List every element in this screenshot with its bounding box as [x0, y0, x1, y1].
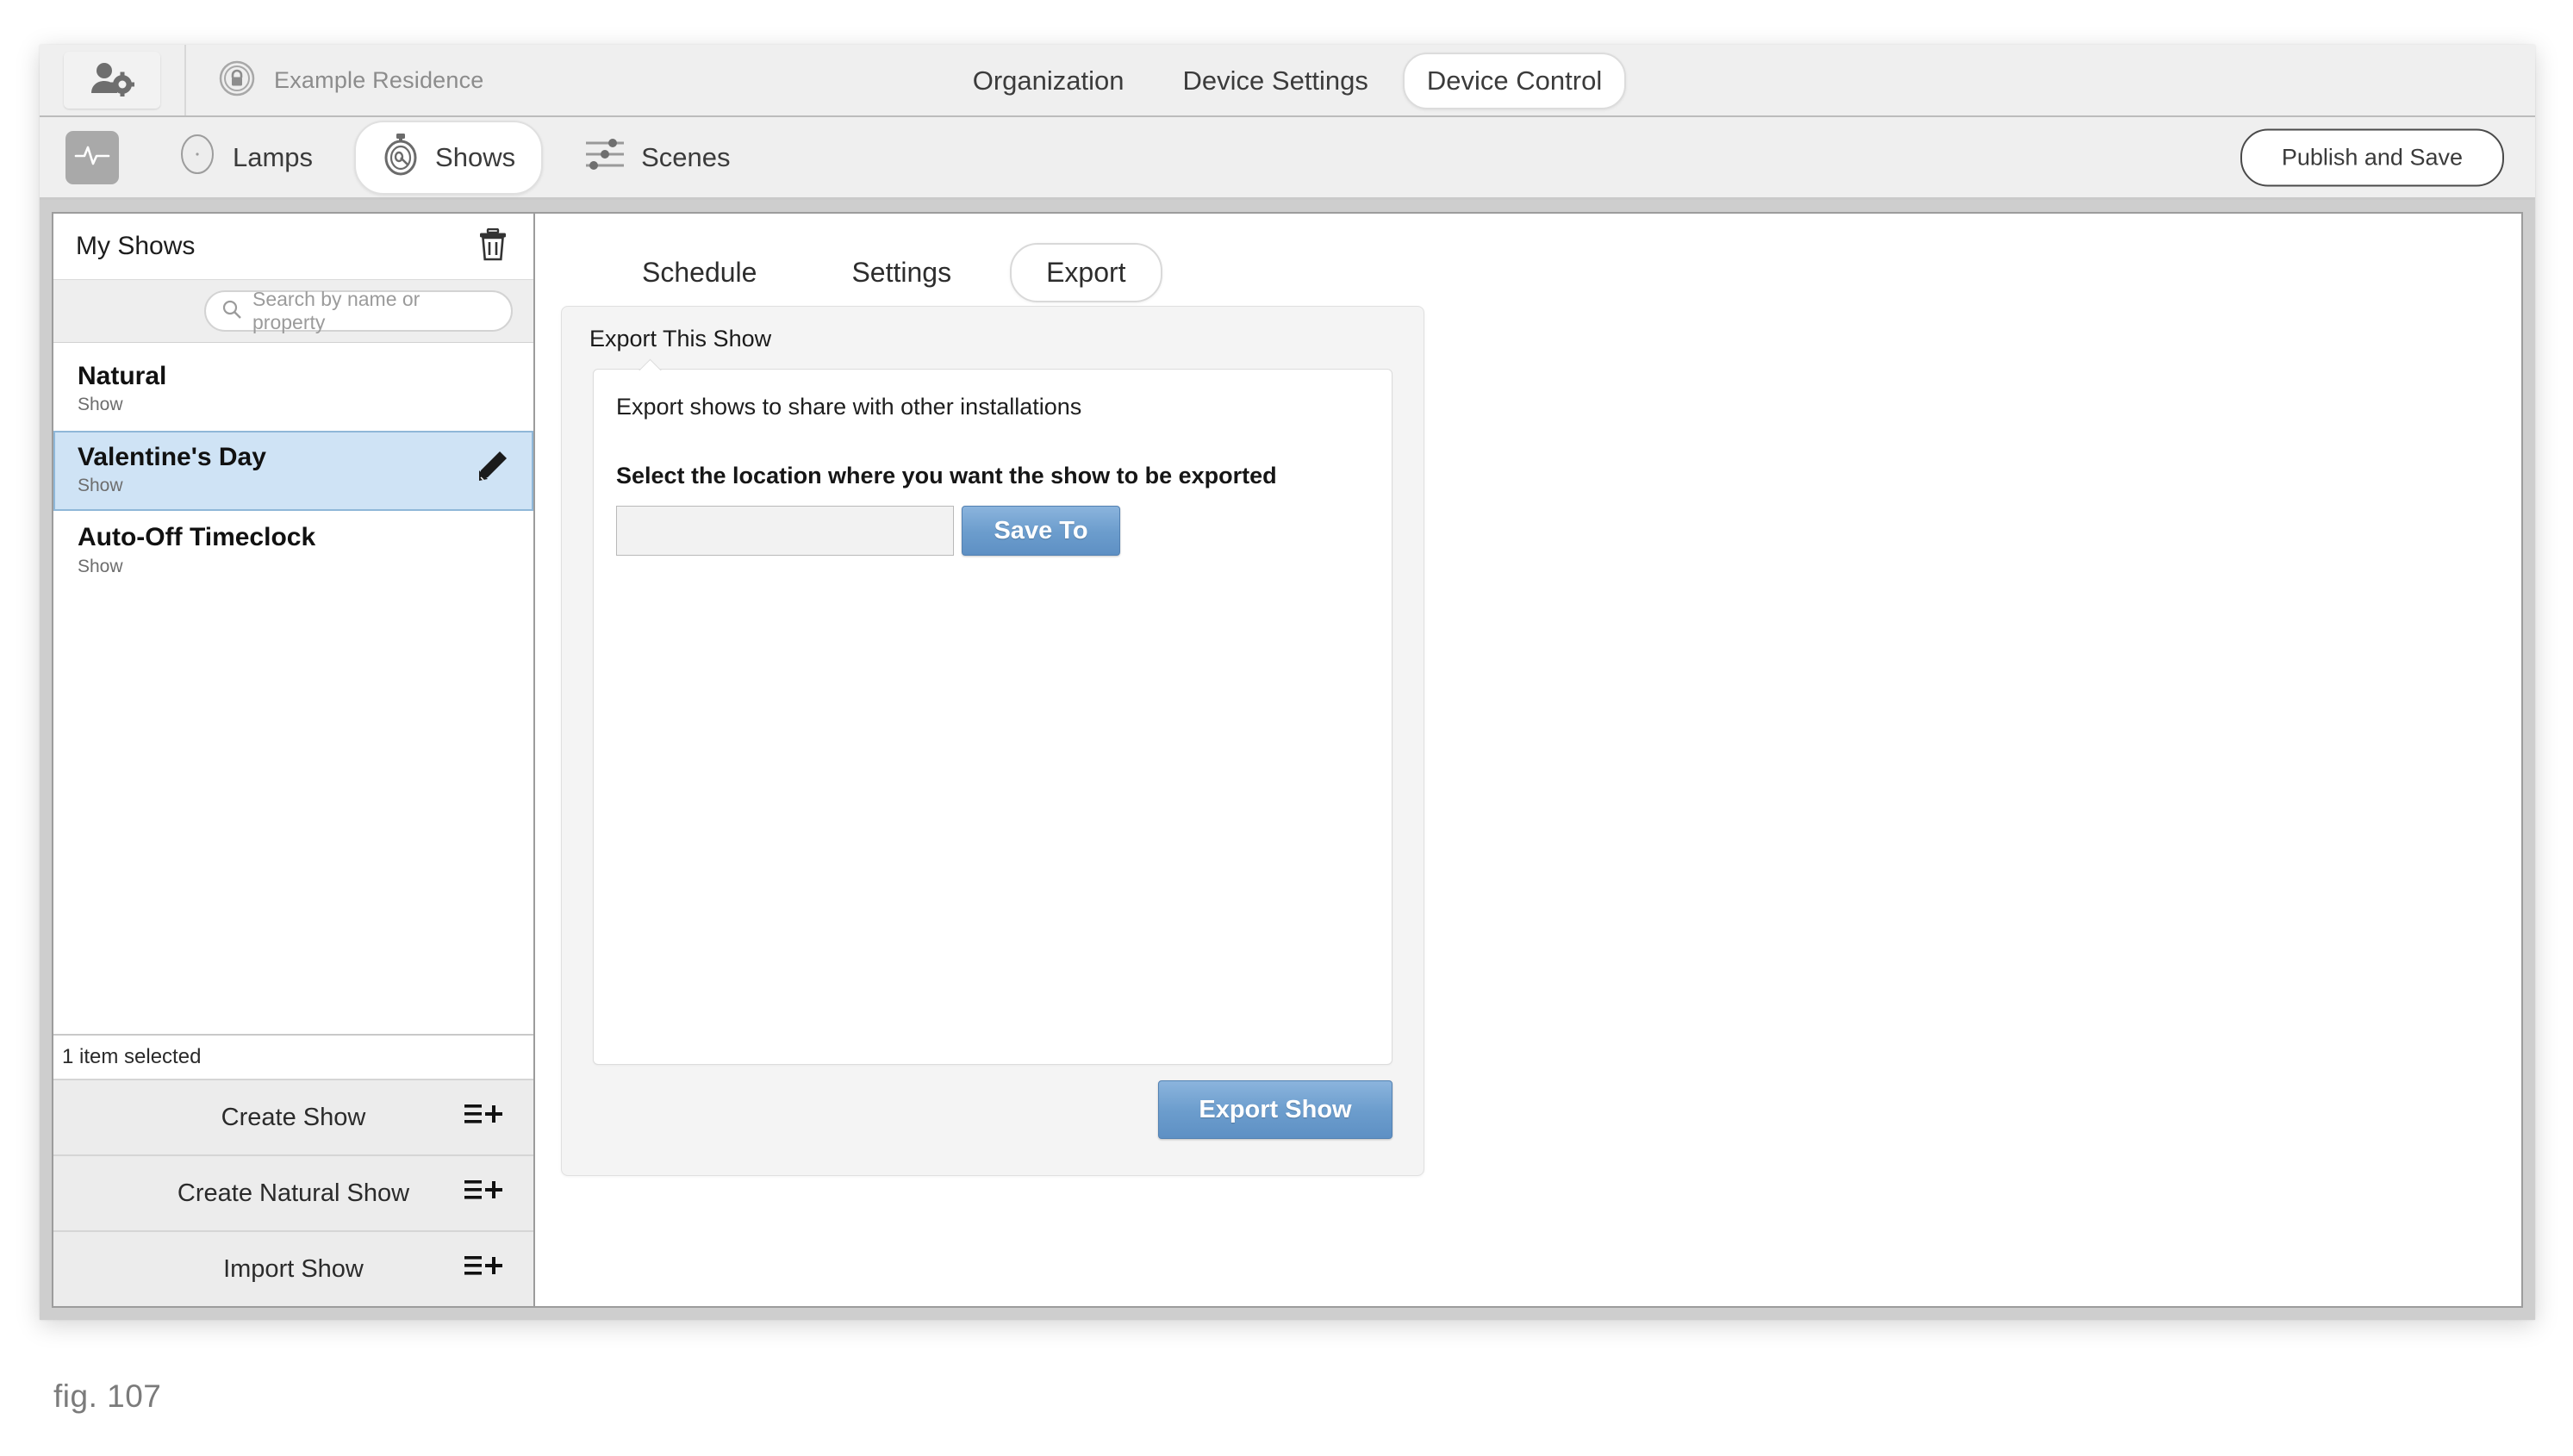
- export-card: Export shows to share with other install…: [593, 369, 1392, 1065]
- search-placeholder: Search by name or property: [252, 288, 421, 333]
- search-icon: [221, 299, 242, 324]
- pencil-icon[interactable]: [473, 449, 509, 489]
- sliders-icon: [584, 135, 626, 180]
- export-path-input[interactable]: [616, 506, 954, 556]
- tab-settings[interactable]: Settings: [815, 243, 987, 302]
- list-item[interactable]: Valentine's Day Show: [53, 430, 533, 512]
- lamp-circle-icon: [178, 132, 217, 184]
- top-bar: Example Residence Organization Device Se…: [40, 45, 2535, 117]
- content-area: My Shows Search by name or property Natu…: [40, 200, 2535, 1320]
- show-type: Show: [78, 476, 123, 496]
- top-tab-device-control[interactable]: Device Control: [1402, 53, 1627, 109]
- show-name: Natural: [78, 362, 167, 390]
- list-add-icon: [464, 1253, 502, 1285]
- tab-schedule[interactable]: Schedule: [606, 243, 793, 302]
- publish-and-save-button[interactable]: Publish and Save: [2240, 128, 2504, 186]
- export-location-label: Select the location where you want the s…: [616, 463, 1277, 488]
- list-item[interactable]: Natural Show: [53, 350, 533, 431]
- residence-cell[interactable]: Example Residence: [186, 45, 484, 115]
- residence-name: Example Residence: [274, 66, 484, 93]
- import-show-button[interactable]: Import Show: [53, 1230, 533, 1306]
- list-add-icon: [464, 1101, 502, 1134]
- show-type: Show: [78, 556, 123, 576]
- export-panel: Export This Show Export shows to share w…: [561, 306, 1424, 1176]
- create-natural-show-button[interactable]: Create Natural Show: [53, 1154, 533, 1230]
- application-window: Example Residence Organization Device Se…: [40, 45, 2535, 1320]
- segment-shows[interactable]: Shows: [354, 120, 544, 195]
- main-tab-group: Schedule Settings Export: [535, 214, 2521, 302]
- tab-export[interactable]: Export: [1010, 243, 1162, 302]
- card-notch: [639, 358, 663, 370]
- sidebar-header: My Shows: [53, 214, 533, 279]
- activity-pulse-button[interactable]: [65, 130, 119, 184]
- activity-pulse-icon: [73, 142, 111, 172]
- segment-lamps[interactable]: Lamps: [150, 120, 340, 196]
- export-panel-title: Export This Show: [589, 326, 772, 352]
- segment-scenes[interactable]: Scenes: [557, 123, 757, 192]
- user-settings-button[interactable]: [64, 52, 160, 109]
- top-tab-organization[interactable]: Organization: [949, 53, 1149, 109]
- stopwatch-icon: [382, 133, 420, 183]
- show-type: Show: [78, 395, 123, 415]
- export-path-row: Save To: [616, 506, 1120, 556]
- show-name: Valentine's Day: [78, 442, 266, 471]
- segment-lamps-label: Lamps: [233, 141, 314, 172]
- search-input[interactable]: Search by name or property: [204, 288, 513, 333]
- selection-status: 1 item selected: [53, 1034, 533, 1079]
- shows-list: Natural Show Valentine's Day Show Auto-O…: [53, 343, 533, 1034]
- export-description: Export shows to share with other install…: [616, 394, 1082, 420]
- segment-scenes-label: Scenes: [641, 141, 731, 172]
- segment-shows-label: Shows: [435, 141, 516, 172]
- figure-caption: fig. 107: [53, 1378, 162, 1414]
- user-settings-icon: [90, 60, 135, 101]
- create-show-button[interactable]: Create Show: [53, 1079, 533, 1154]
- export-show-button[interactable]: Export Show: [1158, 1080, 1392, 1139]
- module-bar: Lamps Shows Scenes Publish and Save: [40, 117, 2535, 200]
- list-item[interactable]: Auto-Off Timeclock Show: [53, 511, 533, 592]
- save-to-button[interactable]: Save To: [962, 506, 1120, 556]
- main-panel: Schedule Settings Export Export This Sho…: [535, 212, 2523, 1308]
- shows-sidebar: My Shows Search by name or property Natu…: [52, 212, 535, 1308]
- sidebar-search-row: Search by name or property: [53, 279, 533, 343]
- create-natural-show-label: Create Natural Show: [177, 1179, 410, 1207]
- create-show-label: Create Show: [221, 1103, 366, 1131]
- list-add-icon: [464, 1177, 502, 1210]
- trash-icon[interactable]: [478, 227, 508, 265]
- import-show-label: Import Show: [223, 1254, 364, 1283]
- show-name: Auto-Off Timeclock: [78, 523, 316, 552]
- top-tab-device-settings[interactable]: Device Settings: [1159, 53, 1392, 109]
- user-settings-cell: [40, 45, 186, 115]
- lock-badge-icon: [219, 60, 255, 101]
- sidebar-title: My Shows: [76, 232, 196, 260]
